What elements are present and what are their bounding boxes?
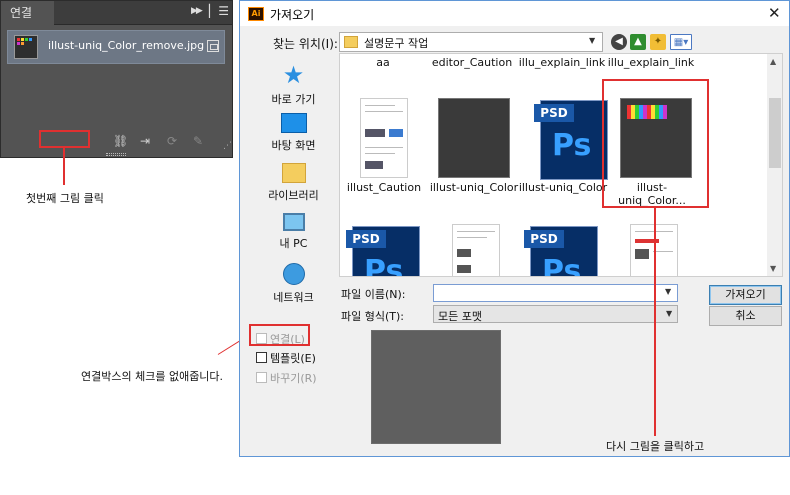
filetype-value: 모든 포맷 <box>438 310 482 323</box>
psd-tag: PSD <box>524 230 564 248</box>
template-checkbox[interactable]: 템플릿(E) <box>256 350 316 366</box>
scroll-down-icon[interactable]: ▼ <box>770 264 776 273</box>
place-label: 라이브러리 <box>268 189 319 202</box>
collapse-icon[interactable]: ▶▶ <box>191 6 203 16</box>
cancel-button[interactable]: 취소 <box>709 306 782 326</box>
up-folder-icon[interactable]: ▲ <box>630 34 646 50</box>
file-item[interactable]: aa <box>340 56 428 69</box>
place-network[interactable]: 네트워크 <box>249 263 338 305</box>
chevron-down-icon[interactable]: ▼ <box>665 287 671 296</box>
computer-icon <box>282 213 305 231</box>
file-item[interactable]: illust_Caution <box>340 181 429 194</box>
close-icon[interactable]: ✕ <box>768 4 781 22</box>
filename-input[interactable] <box>433 284 678 302</box>
update-link-icon[interactable]: ⟳ <box>167 134 177 148</box>
checkbox-box <box>256 372 267 383</box>
file-thumbnail <box>452 224 500 276</box>
library-folder-icon <box>281 163 306 183</box>
place-quick-access[interactable]: ★ 바로 가기 <box>249 63 338 107</box>
star-icon: ★ <box>282 61 305 89</box>
psd-tag: PSD <box>534 104 574 122</box>
relink-icon[interactable]: ⛓ <box>113 134 128 148</box>
lookin-dropdown[interactable]: 설명문구 작업 ▼ <box>339 32 603 52</box>
places-sidebar: ★ 바로 가기 바탕 화면 라이브러리 내 PC 네트워크 <box>249 53 338 318</box>
place-label: 내 PC <box>279 237 308 250</box>
link-filename: illust-uniq_Color_remove.jpg <box>48 39 205 52</box>
file-list[interactable]: aa editor_Caution illu_explain_link illu… <box>339 53 783 277</box>
photoshop-logo: Ps <box>552 128 592 163</box>
file-item[interactable]: illust-uniq_Color <box>518 181 608 194</box>
embedded-image-icon <box>207 40 219 52</box>
dialog-title: 가져오기 <box>270 8 315 22</box>
psd-tag: PSD <box>346 230 386 248</box>
desktop-icon <box>280 113 307 133</box>
annotation-line <box>63 148 65 185</box>
folder-icon <box>344 36 358 48</box>
tab-links[interactable]: 연결 <box>1 1 54 25</box>
links-toolbar: ⛓ ⇥ ⟳ ✎ <box>1 131 232 151</box>
file-thumbnail <box>360 98 408 178</box>
place-label: 네트워크 <box>273 291 314 304</box>
lookin-value: 설명문구 작업 <box>364 37 429 50</box>
place-desktop[interactable]: 바탕 화면 <box>249 113 338 153</box>
file-item[interactable]: editor_Caution <box>427 56 517 69</box>
highlight-box-selected-file <box>602 79 709 208</box>
links-tabbar: 연결 ▶▶ ▏☰ <box>1 1 232 25</box>
go-to-link-icon[interactable]: ⇥ <box>140 134 150 148</box>
place-label: 바탕 화면 <box>271 139 316 152</box>
file-item[interactable]: illust-uniq_Color <box>429 181 519 194</box>
checkbox-box <box>256 352 267 363</box>
filetype-label: 파일 형식(T): <box>341 310 404 323</box>
network-globe-icon <box>282 263 305 285</box>
panel-menu-icon[interactable]: ▏☰ <box>209 4 229 18</box>
file-thumbnail <box>438 98 510 178</box>
chevron-down-icon: ▼ <box>589 36 596 45</box>
file-item[interactable]: illu_explain_link <box>517 56 607 69</box>
replace-checkbox[interactable]: 바꾸기(R) <box>256 370 317 386</box>
scroll-thumb[interactable] <box>769 98 781 168</box>
annotation-uncheck-link: 연결박스의 체크를 없애줍니다. <box>81 370 224 383</box>
import-dialog: Ai 가져오기 ✕ 찾는 위치(I): 설명문구 작업 ▼ ◀ ▲ ✦ ▦▾ ★… <box>239 0 790 457</box>
panel-grip-icon[interactable] <box>106 153 126 156</box>
checkbox-label: 바꾸기(R) <box>270 372 317 385</box>
chevron-down-icon: ▼ <box>666 309 673 318</box>
link-thumbnail <box>14 35 38 59</box>
place-this-pc[interactable]: 내 PC <box>249 213 338 251</box>
view-menu-icon[interactable]: ▦▾ <box>670 34 692 50</box>
import-button[interactable]: 가져오기 <box>709 285 782 305</box>
edit-original-icon[interactable]: ✎ <box>193 134 203 148</box>
annotation-line <box>654 208 656 436</box>
link-row[interactable]: illust-uniq_Color_remove.jpg <box>7 30 225 64</box>
place-libraries[interactable]: 라이브러리 <box>249 163 338 203</box>
highlight-box-link-row <box>39 130 90 148</box>
photoshop-logo: Ps <box>364 254 404 277</box>
filename-label: 파일 이름(N): <box>341 288 406 301</box>
resize-handle-icon[interactable]: ⋰ <box>223 141 232 151</box>
scroll-up-icon[interactable]: ▲ <box>770 57 776 66</box>
photoshop-logo: Ps <box>542 254 582 277</box>
back-icon[interactable]: ◀ <box>611 34 627 50</box>
links-panel: 연결 ▶▶ ▏☰ illust-uniq_Color_remove.jpg ⛓ … <box>0 0 233 158</box>
place-label: 바로 가기 <box>271 93 316 106</box>
new-folder-icon[interactable]: ✦ <box>650 34 666 50</box>
highlight-box-link-checkbox <box>249 324 310 346</box>
dialog-titlebar: Ai 가져오기 ✕ <box>240 1 789 26</box>
preview-pane <box>371 330 501 444</box>
checkbox-label: 템플릿(E) <box>270 352 316 365</box>
file-item[interactable]: illu_explain_link <box>606 56 696 69</box>
annotation-first-click: 첫번째 그림 클릭 <box>26 192 104 205</box>
annotation-click-again: 다시 그림을 클릭하고 <box>606 440 705 453</box>
illustrator-app-icon: Ai <box>248 7 264 21</box>
lookin-label: 찾는 위치(I): <box>273 37 338 51</box>
filetype-select[interactable]: 모든 포맷 ▼ <box>433 305 678 323</box>
file-list-scrollbar[interactable]: ▲ ▼ <box>767 54 782 276</box>
